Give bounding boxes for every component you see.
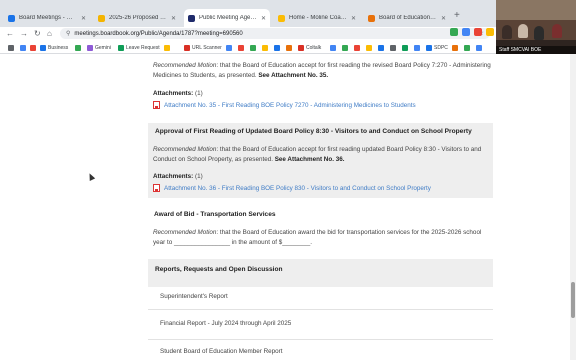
browser-toolbar: ← → ↻ ⌂ ⚲ meetings.boardbook.org/Public/… (0, 27, 576, 40)
tab-label: Public Meeting Agenda: June 1 (199, 15, 257, 21)
home-icon[interactable]: ⌂ (47, 28, 52, 39)
divider (148, 339, 493, 340)
bookmark-icon[interactable] (30, 43, 36, 52)
reload-icon[interactable]: ↻ (34, 28, 41, 39)
scrollbar-thumb[interactable] (571, 282, 575, 318)
agenda-item-title[interactable]: Approval of First Reading of Updated Boa… (155, 128, 472, 135)
participant-figure (502, 25, 512, 39)
browser-tab[interactable]: 2025-26 Proposed Budget ide ✕ (94, 9, 180, 27)
forward-icon[interactable]: → (20, 28, 28, 39)
agenda-subitem[interactable]: Student Board of Education Member Report (160, 348, 283, 356)
bookmark-icon[interactable] (378, 43, 384, 52)
bookmark-coltalk[interactable]: Coltalk (298, 43, 321, 52)
bookmark-icon[interactable] (366, 43, 372, 52)
scanner-icon (184, 44, 190, 51)
webcam-caption: Staff SMCVAI BOE (496, 46, 576, 54)
shield-icon (426, 44, 432, 51)
bookmark-business[interactable]: Business (40, 43, 68, 52)
bookmark-icon[interactable] (402, 43, 408, 52)
participant-figure (552, 24, 562, 38)
bookmark-icon[interactable] (354, 43, 360, 52)
bookmark-sdpc[interactable]: SDPC (426, 43, 448, 52)
gemini-icon (87, 44, 93, 51)
close-icon[interactable]: ✕ (441, 15, 446, 22)
bookmark-icon[interactable] (452, 43, 458, 52)
briefcase-icon (40, 44, 46, 51)
agenda-item-policy-7270: Recommended Motion: that the Board of Ed… (148, 54, 493, 114)
bookmark-icon[interactable] (75, 43, 81, 52)
tab-label: Board Meetings - Google Drive (19, 15, 77, 21)
google-drive-icon (8, 14, 15, 22)
bookmark-icon[interactable] (164, 43, 170, 52)
recommended-motion: Recommended Motion: that the Board of Ed… (153, 146, 482, 163)
recommended-motion: Recommended Motion: that the Board of Ed… (153, 62, 491, 79)
bookmark-icon[interactable] (464, 43, 470, 52)
agenda-subitem[interactable]: Superintendent's Report (160, 293, 228, 300)
bookmark-icon[interactable] (20, 43, 26, 52)
browser-tab-active[interactable]: Public Meeting Agenda: June 1 ✕ (184, 9, 270, 27)
participant-figure (518, 24, 528, 38)
close-icon[interactable]: ✕ (351, 15, 356, 22)
school-icon (368, 14, 375, 22)
bookmark-leave-request[interactable]: Leave Request (118, 43, 160, 52)
agenda-item-policy-830: Approval of First Reading of Updated Boa… (148, 123, 493, 198)
url-text: meetings.boardbook.org/Public/Agenda/178… (74, 30, 243, 37)
bookmarks-bar: Business Gemini Leave Request URL Scanne… (0, 40, 576, 54)
agenda-item-title[interactable]: Award of Bid - Transportation Services (154, 211, 276, 218)
agenda-subitem[interactable]: Financial Report - July 2024 through Apr… (160, 320, 291, 327)
bookmark-gemini[interactable]: Gemini (87, 43, 111, 52)
divider (148, 309, 493, 310)
bookmark-icon[interactable] (414, 43, 420, 52)
recommended-motion: Recommended Motion: that the Board of Ed… (153, 229, 482, 246)
section-title[interactable]: Reports, Requests and Open Discussion (155, 266, 283, 273)
close-icon[interactable]: ✕ (261, 15, 266, 22)
site-info-icon[interactable]: ⚲ (66, 30, 70, 37)
tab-label: Board of Education Home - Bo (379, 15, 437, 21)
browser-tab[interactable]: Board Meetings - Google Drive ✕ (4, 9, 90, 27)
bookmark-icon[interactable] (476, 43, 482, 52)
address-bar[interactable]: ⚲ meetings.boardbook.org/Public/Agenda/1… (60, 28, 490, 39)
participant-figure (534, 26, 544, 40)
tab-label: Home - Moline Coal Valley Sch (289, 15, 347, 21)
new-tab-icon[interactable]: + (454, 10, 460, 21)
close-icon[interactable]: ✕ (171, 15, 176, 22)
extension-icon[interactable] (474, 28, 482, 36)
bookmark-icon[interactable] (274, 43, 280, 52)
tab-label: 2025-26 Proposed Budget ide (109, 15, 167, 21)
bookmark-icon[interactable] (250, 43, 256, 52)
pdf-file-icon (153, 101, 160, 109)
browser-tab[interactable]: Board of Education Home - Bo ✕ (364, 9, 450, 27)
bookmark-icon[interactable] (262, 43, 268, 52)
bookmark-icon[interactable] (286, 43, 292, 52)
form-icon (118, 44, 124, 51)
boardbook-icon (188, 14, 195, 22)
bookmark-icon[interactable] (238, 43, 244, 52)
bookmark-icon[interactable] (330, 43, 336, 52)
pdf-file-icon (153, 184, 160, 192)
apps-icon[interactable] (8, 43, 14, 52)
extension-icon[interactable] (486, 28, 494, 36)
extension-icon[interactable] (450, 28, 458, 36)
bookmark-url-scanner[interactable]: URL Scanner (184, 43, 222, 52)
close-icon[interactable]: ✕ (81, 15, 86, 22)
attachments-label: Attachments: (1) (153, 173, 203, 180)
document-icon (98, 14, 105, 22)
page-scrollbar[interactable] (570, 54, 576, 360)
extension-icon[interactable] (462, 28, 470, 36)
bookmark-icon[interactable] (342, 43, 348, 52)
back-icon[interactable]: ← (6, 28, 14, 39)
browser-tab[interactable]: Home - Moline Coal Valley Sch ✕ (274, 9, 360, 27)
webcam-overlay: Staff SMCVAI BOE (496, 0, 576, 54)
browser-tab-bar: Board Meetings - Google Drive ✕ 2025-26 … (0, 0, 576, 27)
bookmark-icon[interactable] (226, 43, 232, 52)
attachments-label: Attachments: (1) (153, 90, 203, 97)
school-icon (278, 14, 285, 22)
chat-icon (298, 44, 304, 51)
reports-section: Reports, Requests and Open Discussion (148, 259, 493, 287)
attachment-link[interactable]: Attachment No. 35 - First Reading BOE Po… (153, 101, 416, 109)
bookmark-icon[interactable] (390, 43, 396, 52)
attachment-link[interactable]: Attachment No. 36 - First Reading BOE Po… (153, 184, 431, 192)
